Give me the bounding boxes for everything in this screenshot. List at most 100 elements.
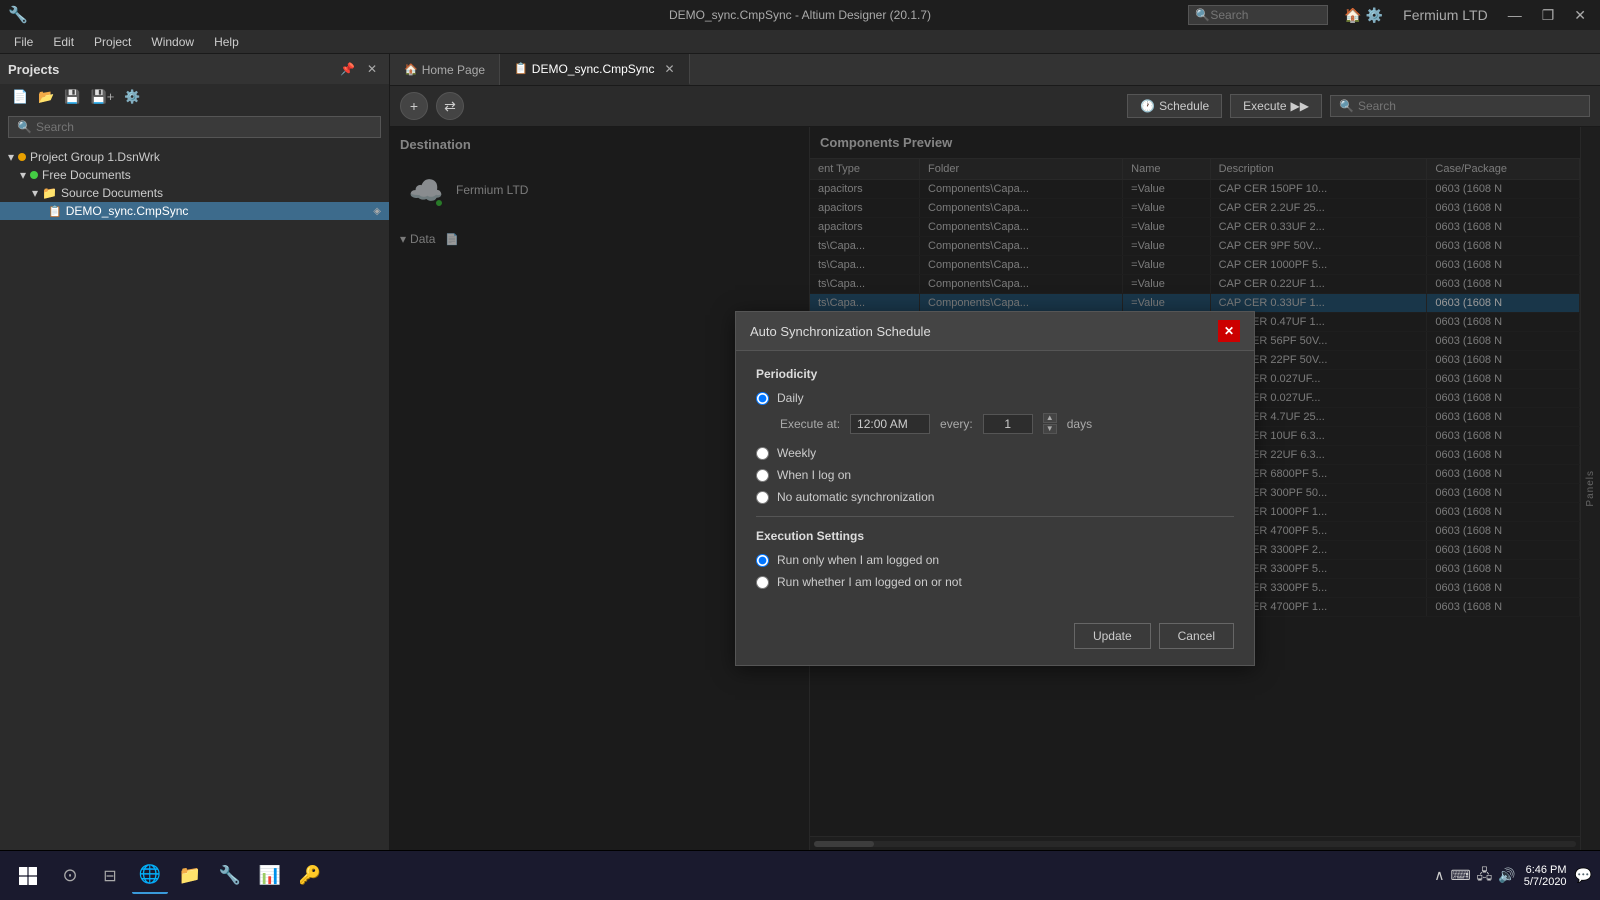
windows-logo xyxy=(18,866,38,886)
taskbar-task-view[interactable]: ⊟ xyxy=(92,858,128,894)
weekly-label: Weekly xyxy=(777,446,816,460)
sidebar-search-box[interactable]: 🔍 xyxy=(8,116,381,138)
project-tree: ▾ Project Group 1.DsnWrk ▾ Free Document… xyxy=(0,144,389,850)
divider xyxy=(756,516,1234,517)
minimize-button[interactable]: — xyxy=(1502,5,1528,25)
start-button[interactable] xyxy=(8,856,48,896)
tree-item-project-group[interactable]: ▾ Project Group 1.DsnWrk xyxy=(0,148,389,166)
tab-home-page[interactable]: 🏠 Home Page xyxy=(390,54,500,85)
tray-notification[interactable]: 💬 xyxy=(1575,867,1592,884)
weekly-radio[interactable] xyxy=(756,447,769,460)
toolbar-search-input[interactable] xyxy=(1358,99,1581,113)
restore-button[interactable]: ❐ xyxy=(1536,5,1561,26)
spinner-down[interactable]: ▼ xyxy=(1043,424,1057,434)
run-either-option[interactable]: Run whether I am logged on or not xyxy=(756,575,1234,589)
when-log-on-radio[interactable] xyxy=(756,469,769,482)
when-log-on-label: When I log on xyxy=(777,468,851,482)
taskbar-app2[interactable]: 🔑 xyxy=(292,858,328,894)
content-toolbar: + ⇄ 🕐 Schedule Execute ▶▶ 🔍 xyxy=(390,86,1600,127)
days-label: days xyxy=(1067,417,1092,431)
daily-option[interactable]: Daily xyxy=(756,391,1234,405)
page-content: Destination ☁️ Fermium LTD ▾ Data 📄 xyxy=(390,127,1600,850)
run-either-radio[interactable] xyxy=(756,576,769,589)
menu-project[interactable]: Project xyxy=(84,33,141,51)
save-button[interactable]: 💾 xyxy=(60,87,84,107)
free-docs-icon xyxy=(30,171,38,179)
user-label: 🏠 ⚙️ xyxy=(1338,5,1389,26)
user-name: Fermium LTD xyxy=(1397,5,1494,25)
when-log-on-option[interactable]: When I log on xyxy=(756,468,1234,482)
no-auto-sync-option[interactable]: No automatic synchronization xyxy=(756,490,1234,504)
execute-button[interactable]: Execute ▶▶ xyxy=(1230,94,1322,118)
menu-edit[interactable]: Edit xyxy=(43,33,84,51)
system-tray-icons: ∧ ⌨ 🖧 🔊 xyxy=(1434,864,1516,888)
execute-at-row: Execute at: every: ▲ ▼ days xyxy=(780,413,1234,434)
sidebar-controls: 📌 ✕ xyxy=(336,60,381,78)
periodicity-label: Periodicity xyxy=(756,367,1234,381)
update-button[interactable]: Update xyxy=(1074,623,1151,649)
taskbar-explorer[interactable]: 📁 xyxy=(172,858,208,894)
modal-title: Auto Synchronization Schedule xyxy=(750,324,931,339)
daily-label: Daily xyxy=(777,391,804,405)
tray-keyboard[interactable]: ⌨ xyxy=(1450,867,1470,884)
taskbar-excel[interactable]: 📊 xyxy=(252,858,288,894)
modal-close-button[interactable]: ✕ xyxy=(1218,320,1240,342)
tray-network[interactable]: 🖧 xyxy=(1477,864,1493,888)
schedule-button[interactable]: 🕐 Schedule xyxy=(1127,94,1222,118)
run-logged-on-label: Run only when I am logged on xyxy=(777,553,939,567)
play-icon: ▶▶ xyxy=(1291,99,1309,113)
tab-bar: 🏠 Home Page 📋 DEMO_sync.CmpSync ✕ xyxy=(390,54,1600,86)
execute-label: Execute xyxy=(1243,99,1286,113)
run-either-label: Run whether I am logged on or not xyxy=(777,575,962,589)
every-label: every: xyxy=(940,417,973,431)
source-docs-label: Source Documents xyxy=(61,186,163,200)
tree-item-source-docs[interactable]: ▾ 📁 Source Documents xyxy=(0,184,389,202)
cmpsync-icon: 📋 xyxy=(48,205,62,218)
toolbar-search-box[interactable]: 🔍 xyxy=(1330,95,1590,117)
every-value-input[interactable] xyxy=(983,414,1033,434)
open-button[interactable]: 📂 xyxy=(34,87,58,107)
save-all-button[interactable]: 💾+ xyxy=(87,87,119,107)
settings-button[interactable]: ⚙️ xyxy=(120,87,144,107)
no-auto-label: No automatic synchronization xyxy=(777,490,934,504)
daily-radio[interactable] xyxy=(756,392,769,405)
taskbar: ⊙ ⊟ 🌐 📁 🔧 📊 🔑 ∧ ⌨ 🖧 🔊 6:46 PM 5/7/2020 💬 xyxy=(0,850,1600,900)
add-button[interactable]: + xyxy=(400,92,428,120)
tree-item-cmpsync[interactable]: 📋 DEMO_sync.CmpSync ◈ xyxy=(0,202,389,220)
sidebar-title: Projects xyxy=(8,62,59,77)
menu-window[interactable]: Window xyxy=(141,33,204,51)
spinner-up[interactable]: ▲ xyxy=(1043,413,1057,423)
sidebar-close-button[interactable]: ✕ xyxy=(363,60,381,78)
run-logged-on-radio[interactable] xyxy=(756,554,769,567)
window-title: DEMO_sync.CmpSync - Altium Designer (20.… xyxy=(669,8,931,22)
title-search-box[interactable]: 🔍 xyxy=(1188,5,1328,25)
run-logged-on-option[interactable]: Run only when I am logged on xyxy=(756,553,1234,567)
sidebar-pin-button[interactable]: 📌 xyxy=(336,60,359,78)
tree-item-free-docs[interactable]: ▾ Free Documents xyxy=(0,166,389,184)
modal-header: Auto Synchronization Schedule ✕ xyxy=(736,312,1254,351)
schedule-label: Schedule xyxy=(1159,99,1209,113)
new-button[interactable]: 📄 xyxy=(8,87,32,107)
taskbar-clock[interactable]: 6:46 PM 5/7/2020 xyxy=(1524,864,1567,888)
weekly-option[interactable]: Weekly xyxy=(756,446,1234,460)
tray-up-arrow[interactable]: ∧ xyxy=(1434,867,1444,884)
refresh-button[interactable]: ⇄ xyxy=(436,92,464,120)
taskbar-search-icon[interactable]: ⊙ xyxy=(52,858,88,894)
cmpsync-tab-icon: 📋 xyxy=(514,62,528,75)
menu-help[interactable]: Help xyxy=(204,33,249,51)
menu-file[interactable]: File xyxy=(4,33,43,51)
project-group-label: Project Group 1.DsnWrk xyxy=(30,150,160,164)
cancel-button[interactable]: Cancel xyxy=(1159,623,1234,649)
taskbar-edge[interactable]: 🌐 xyxy=(132,858,168,894)
title-search-input[interactable] xyxy=(1210,8,1321,22)
tab-cmpsync[interactable]: 📋 DEMO_sync.CmpSync ✕ xyxy=(500,54,689,85)
modal-body: Periodicity Daily Execute at: every: xyxy=(736,351,1254,613)
tab-close-icon[interactable]: ✕ xyxy=(664,62,674,76)
no-auto-radio[interactable] xyxy=(756,491,769,504)
tray-volume[interactable]: 🔊 xyxy=(1498,867,1515,884)
time-input[interactable] xyxy=(850,414,930,434)
taskbar-altium[interactable]: 🔧 xyxy=(212,858,248,894)
close-button[interactable]: ✕ xyxy=(1568,5,1592,26)
sidebar-search-input[interactable] xyxy=(36,120,372,134)
content-area: 🏠 Home Page 📋 DEMO_sync.CmpSync ✕ + ⇄ 🕐 … xyxy=(390,54,1600,850)
